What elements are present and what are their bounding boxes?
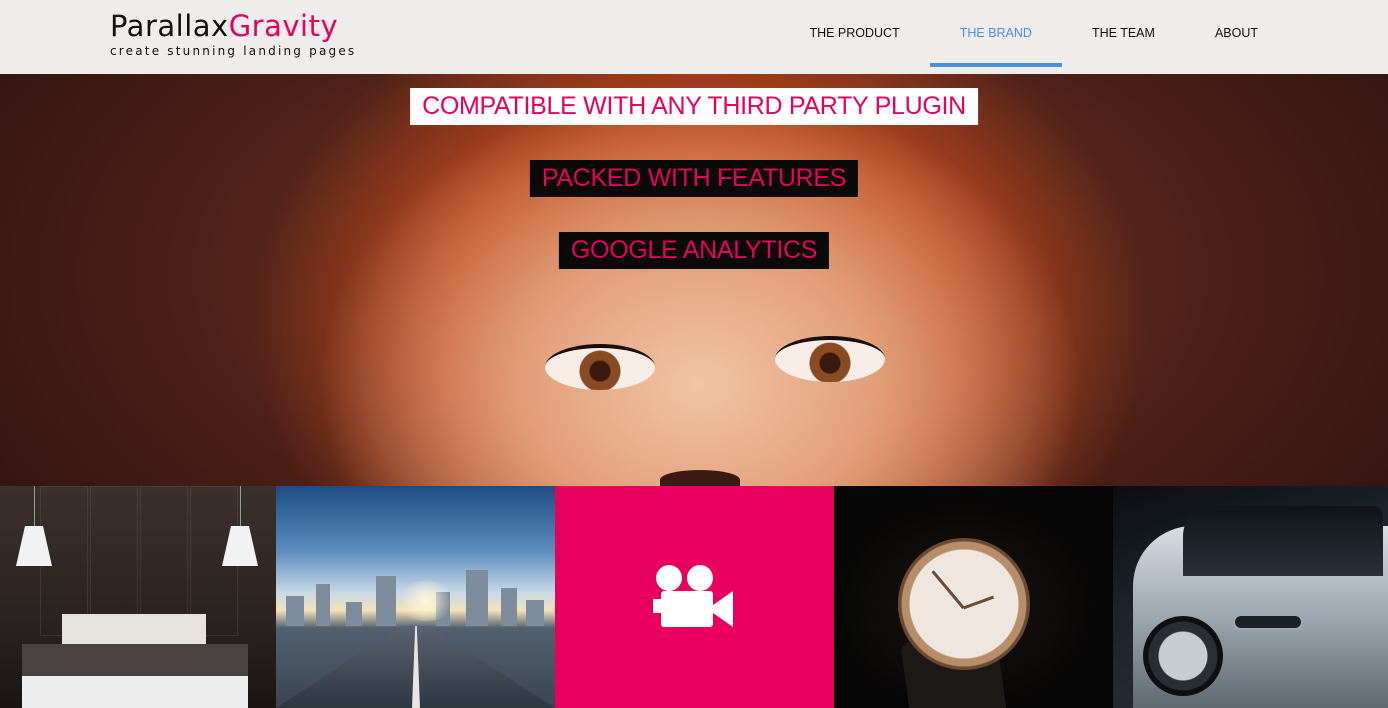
building [376,576,396,626]
logo-title-part1: Parallax [110,9,229,43]
hero-model-eye [775,336,885,382]
watch-face [898,538,1030,670]
bed-base [22,676,248,708]
city-road-image[interactable] [276,486,555,708]
car-wheel [1143,616,1223,696]
nav-item-the-brand[interactable]: THE BRAND [929,3,1062,67]
lamp-cord [34,486,35,528]
site-header: ParallaxGravity create stunning landing … [0,0,1388,74]
car-image[interactable] [1113,486,1388,708]
building [526,600,544,626]
main-nav: THE PRODUCT THE BRAND THE TEAM ABOUT [779,0,1288,74]
building [286,596,304,626]
portfolio-tiles [0,486,1388,708]
logo-title-part2: Gravity [228,9,339,43]
sun-glow [396,581,456,621]
nav-item-about[interactable]: ABOUT [1185,3,1288,67]
hero-model-nose [660,470,740,486]
logo-title: ParallaxGravity [110,10,356,42]
hero-caption-features: PACKED WITH FEATURES [529,160,859,197]
hero-model-eye [545,344,655,390]
hero-section: COMPATIBLE WITH ANY THIRD PARTY PLUGIN P… [0,74,1388,486]
building [501,588,517,626]
bedroom-image[interactable] [0,486,276,708]
building [346,602,362,626]
car-windshield [1183,506,1383,576]
nav-item-the-team[interactable]: THE TEAM [1062,3,1185,67]
watch-image[interactable] [834,486,1113,708]
hero-caption-analytics: GOOGLE ANALYTICS [558,232,830,269]
logo-tagline: create stunning landing pages [110,44,357,58]
car-headlight [1233,614,1303,630]
building [316,584,330,626]
video-camera-tile[interactable] [555,486,834,708]
bed-headboard [62,614,206,646]
video-camera-icon [652,565,733,627]
logo[interactable]: ParallaxGravity create stunning landing … [110,10,356,58]
building [466,570,488,626]
lamp-cord [240,486,241,528]
nav-item-the-product[interactable]: THE PRODUCT [779,3,929,67]
hero-caption-compatible: COMPATIBLE WITH ANY THIRD PARTY PLUGIN [410,88,978,125]
